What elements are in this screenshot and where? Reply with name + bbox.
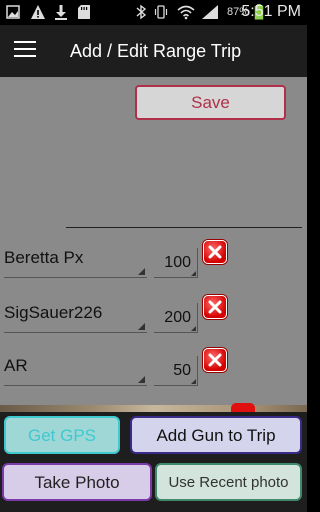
bottom-button-bar: Get GPS Add Gun to Trip Take Photo Use R… <box>0 412 307 512</box>
gun-row: SigSauer226 200 <box>0 295 307 339</box>
divider <box>66 227 302 228</box>
gun-row: Beretta Px 100 <box>0 240 307 284</box>
close-icon <box>208 300 222 314</box>
delete-gun-button[interactable] <box>203 295 227 319</box>
warning-icon <box>31 5 45 19</box>
use-recent-photo-button[interactable]: Use Recent photo <box>155 463 302 501</box>
photo-thumbnail <box>0 405 307 412</box>
download-icon <box>55 5 67 20</box>
round-count-field[interactable]: 100 <box>154 248 198 278</box>
round-count-field[interactable]: 200 <box>154 303 198 333</box>
wifi-icon <box>177 5 195 20</box>
bluetooth-icon <box>136 4 147 20</box>
menu-icon[interactable] <box>14 41 36 61</box>
round-count-field[interactable]: 50 <box>154 356 198 386</box>
app-bar: Add / Edit Range Trip <box>0 25 307 77</box>
get-gps-button[interactable]: Get GPS <box>4 416 120 454</box>
take-photo-button[interactable]: Take Photo <box>2 463 152 501</box>
close-icon <box>208 353 222 367</box>
clock: 5:51 PM <box>241 3 301 20</box>
image-icon <box>6 5 20 19</box>
trip-content: Save Beretta Px 100 SigSauer226 200 AR 5… <box>0 77 307 412</box>
gun-name-spinner[interactable]: Beretta Px <box>4 248 147 278</box>
close-icon <box>208 245 222 259</box>
save-button[interactable]: Save <box>135 85 286 120</box>
sd-card-icon <box>78 5 90 19</box>
delete-photo-button[interactable] <box>231 403 255 412</box>
round-count-value: 200 <box>164 309 191 326</box>
add-gun-button[interactable]: Add Gun to Trip <box>130 416 302 454</box>
page-title: Add / Edit Range Trip <box>70 41 242 61</box>
delete-gun-button[interactable] <box>203 240 227 264</box>
gun-name-spinner[interactable]: SigSauer226 <box>4 303 147 333</box>
signal-icon <box>202 5 218 19</box>
status-bar: 87% 5:51 PM <box>0 0 307 25</box>
delete-gun-button[interactable] <box>203 348 227 372</box>
round-count-value: 50 <box>173 362 191 379</box>
gun-name-spinner[interactable]: AR <box>4 356 147 386</box>
vibrate-icon <box>154 5 168 19</box>
round-count-value: 100 <box>164 254 191 271</box>
gun-row: AR 50 <box>0 348 307 392</box>
